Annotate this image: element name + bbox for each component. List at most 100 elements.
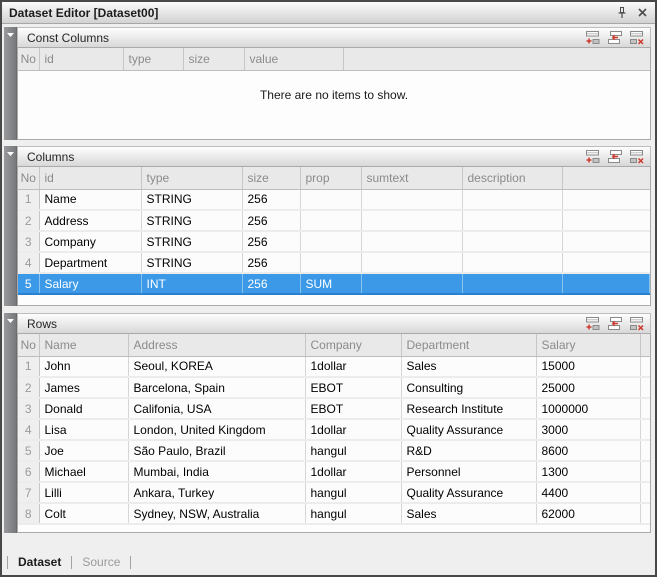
cell[interactable]: Personnel bbox=[401, 461, 536, 482]
row-number[interactable]: 3 bbox=[18, 398, 39, 419]
row-number[interactable]: 5 bbox=[18, 273, 39, 294]
add-row-button[interactable] bbox=[585, 30, 601, 45]
cell[interactable]: STRING bbox=[141, 252, 242, 273]
cell[interactable]: 15000 bbox=[536, 356, 640, 377]
cell[interactable]: Research Institute bbox=[401, 398, 536, 419]
cell[interactable]: Company bbox=[39, 231, 141, 252]
cell[interactable]: Lisa bbox=[39, 419, 128, 440]
cell[interactable] bbox=[361, 189, 462, 210]
cell[interactable]: STRING bbox=[141, 189, 242, 210]
cell[interactable] bbox=[462, 273, 562, 294]
cell[interactable]: Quality Assurance bbox=[401, 419, 536, 440]
row-number[interactable]: 1 bbox=[18, 356, 39, 377]
column-header-company[interactable]: Company bbox=[305, 334, 401, 356]
cell[interactable] bbox=[300, 189, 361, 210]
cell[interactable]: Seoul, KOREA bbox=[128, 356, 305, 377]
cell[interactable]: 1000000 bbox=[536, 398, 640, 419]
tab-source[interactable]: Source bbox=[72, 555, 130, 569]
column-header-sumtext[interactable]: sumtext bbox=[361, 167, 462, 189]
column-header-no[interactable]: No bbox=[18, 48, 39, 70]
cell[interactable] bbox=[462, 189, 562, 210]
cell[interactable] bbox=[361, 273, 462, 294]
row-number[interactable]: 4 bbox=[18, 419, 39, 440]
row-number[interactable]: 7 bbox=[18, 482, 39, 503]
cell[interactable]: Address bbox=[39, 210, 141, 231]
row-number[interactable]: 8 bbox=[18, 503, 39, 524]
close-button[interactable] bbox=[637, 7, 648, 18]
cell[interactable]: Mumbai, India bbox=[128, 461, 305, 482]
cell[interactable]: Lilli bbox=[39, 482, 128, 503]
table-row[interactable]: 5JoeSão Paulo, BrazilhangulR&D8600 bbox=[18, 440, 650, 461]
insert-row-button[interactable] bbox=[607, 316, 623, 331]
column-header-size[interactable]: size bbox=[242, 167, 300, 189]
row-number[interactable]: 6 bbox=[18, 461, 39, 482]
cell[interactable] bbox=[300, 210, 361, 231]
cell[interactable]: 4400 bbox=[536, 482, 640, 503]
cell[interactable]: Donald bbox=[39, 398, 128, 419]
column-header-id[interactable]: id bbox=[39, 48, 123, 70]
table-row[interactable]: 3CompanySTRING256 bbox=[18, 231, 650, 252]
column-header-type[interactable]: type bbox=[141, 167, 242, 189]
insert-row-button[interactable] bbox=[607, 149, 623, 164]
cell[interactable]: 25000 bbox=[536, 377, 640, 398]
delete-row-button[interactable] bbox=[629, 316, 645, 331]
cell[interactable] bbox=[361, 252, 462, 273]
cell[interactable]: Colt bbox=[39, 503, 128, 524]
cell[interactable]: 256 bbox=[242, 252, 300, 273]
cell[interactable]: Sales bbox=[401, 356, 536, 377]
cell[interactable]: 256 bbox=[242, 210, 300, 231]
cell[interactable]: Name bbox=[39, 189, 141, 210]
cell[interactable]: Consulting bbox=[401, 377, 536, 398]
insert-row-button[interactable] bbox=[607, 30, 623, 45]
cell[interactable] bbox=[361, 210, 462, 231]
cell[interactable]: Michael bbox=[39, 461, 128, 482]
column-header-value[interactable]: value bbox=[244, 48, 343, 70]
column-header-size[interactable]: size bbox=[183, 48, 244, 70]
row-number[interactable]: 2 bbox=[18, 210, 39, 231]
cell[interactable]: EBOT bbox=[305, 398, 401, 419]
row-number[interactable]: 2 bbox=[18, 377, 39, 398]
cell[interactable]: 256 bbox=[242, 189, 300, 210]
pin-button[interactable] bbox=[616, 6, 628, 19]
table-row[interactable]: 4DepartmentSTRING256 bbox=[18, 252, 650, 273]
rows-collapse-strip[interactable] bbox=[4, 313, 17, 533]
cell[interactable]: 1dollar bbox=[305, 419, 401, 440]
add-row-button[interactable] bbox=[585, 149, 601, 164]
cell[interactable]: Joe bbox=[39, 440, 128, 461]
row-number[interactable]: 5 bbox=[18, 440, 39, 461]
const-columns-collapse-strip[interactable] bbox=[4, 27, 17, 140]
table-row[interactable]: 5SalaryINT256SUM bbox=[18, 273, 650, 294]
cell[interactable]: EBOT bbox=[305, 377, 401, 398]
cell[interactable]: hangul bbox=[305, 482, 401, 503]
cell[interactable]: 1dollar bbox=[305, 461, 401, 482]
table-row[interactable]: 2JamesBarcelona, SpainEBOTConsulting2500… bbox=[18, 377, 650, 398]
cell[interactable] bbox=[462, 252, 562, 273]
cell[interactable]: Sydney, NSW, Australia bbox=[128, 503, 305, 524]
cell[interactable]: São Paulo, Brazil bbox=[128, 440, 305, 461]
row-number[interactable]: 3 bbox=[18, 231, 39, 252]
cell[interactable] bbox=[300, 252, 361, 273]
cell[interactable]: Califonia, USA bbox=[128, 398, 305, 419]
column-header-address[interactable]: Address bbox=[128, 334, 305, 356]
cell[interactable]: John bbox=[39, 356, 128, 377]
table-row[interactable]: 2AddressSTRING256 bbox=[18, 210, 650, 231]
column-header-no[interactable]: No bbox=[18, 334, 39, 356]
table-row[interactable]: 1JohnSeoul, KOREA1dollarSales15000 bbox=[18, 356, 650, 377]
cell[interactable]: Department bbox=[39, 252, 141, 273]
cell[interactable]: R&D bbox=[401, 440, 536, 461]
columns-collapse-strip[interactable] bbox=[4, 146, 17, 306]
cell[interactable]: 8600 bbox=[536, 440, 640, 461]
cell[interactable]: 1dollar bbox=[305, 356, 401, 377]
cell[interactable]: 1300 bbox=[536, 461, 640, 482]
cell[interactable]: James bbox=[39, 377, 128, 398]
column-header-id[interactable]: id bbox=[39, 167, 141, 189]
cell[interactable]: Sales bbox=[401, 503, 536, 524]
cell[interactable]: Barcelona, Spain bbox=[128, 377, 305, 398]
table-row[interactable]: 3DonaldCalifonia, USAEBOTResearch Instit… bbox=[18, 398, 650, 419]
column-header-salary[interactable]: Salary bbox=[536, 334, 640, 356]
row-number[interactable]: 1 bbox=[18, 189, 39, 210]
cell[interactable]: 3000 bbox=[536, 419, 640, 440]
row-number[interactable]: 4 bbox=[18, 252, 39, 273]
cell[interactable] bbox=[361, 231, 462, 252]
cell[interactable]: INT bbox=[141, 273, 242, 294]
